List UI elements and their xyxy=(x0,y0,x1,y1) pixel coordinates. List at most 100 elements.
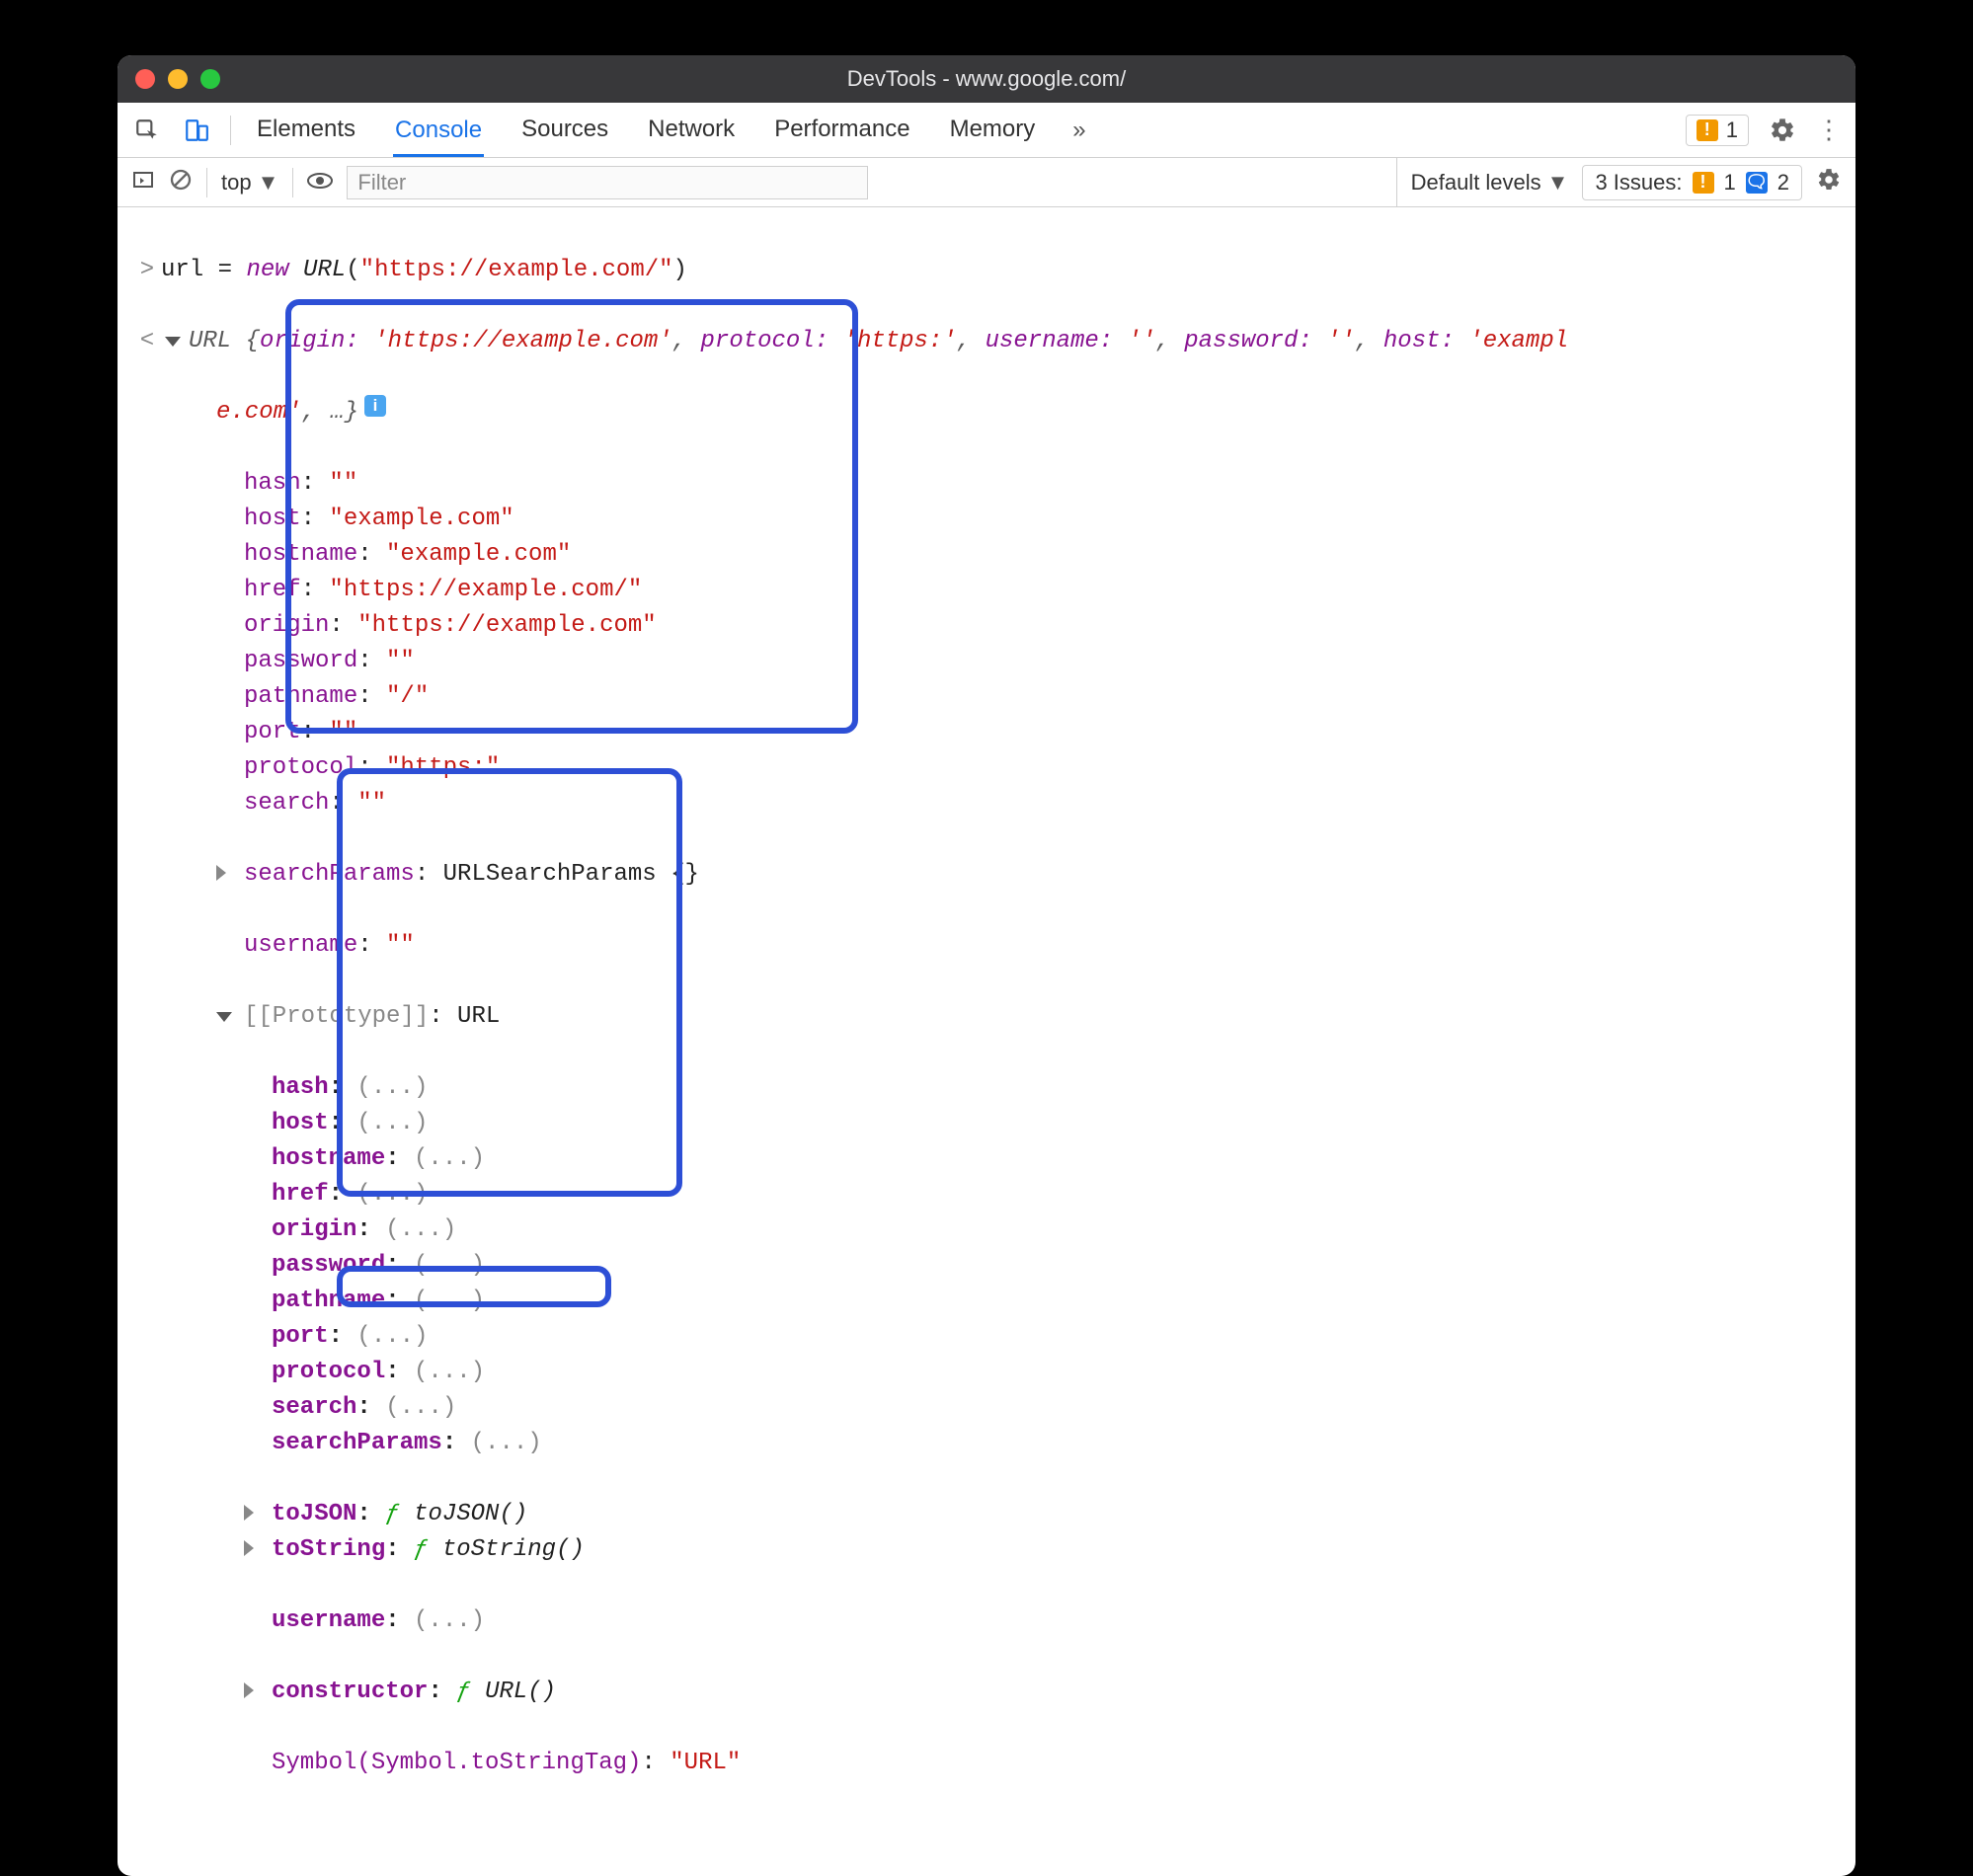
console-settings-icon[interactable] xyxy=(1816,167,1842,198)
tab-performance[interactable]: Performance xyxy=(772,104,911,156)
property-key: pathname xyxy=(272,1288,385,1314)
property-row[interactable]: searchParams: (...) xyxy=(133,1426,1840,1461)
issues-badge[interactable]: 3 Issues: ! 1 🗨 2 xyxy=(1582,165,1802,200)
tab-console[interactable]: Console xyxy=(393,105,484,157)
property-row[interactable]: hash: (...) xyxy=(133,1070,1840,1106)
property-row[interactable]: Symbol(Symbol.toStringTag): "URL" xyxy=(133,1746,1840,1781)
tab-sources[interactable]: Sources xyxy=(519,104,610,156)
panel-tabs: Elements Console Sources Network Perform… xyxy=(255,104,1086,156)
function-marker: ƒ xyxy=(385,1501,399,1527)
log-levels-selector[interactable]: Default levels ▼ xyxy=(1396,158,1569,206)
tab-network[interactable]: Network xyxy=(646,104,737,156)
property-value: (...) xyxy=(414,1252,485,1279)
separator xyxy=(206,168,207,197)
object-class: URL xyxy=(189,328,246,354)
device-toolbar-icon[interactable] xyxy=(181,115,212,146)
more-menu-icon[interactable]: ⋮ xyxy=(1816,115,1842,145)
property-row[interactable]: port: (...) xyxy=(133,1319,1840,1355)
prototype-row[interactable]: [[Prototype]]: URL xyxy=(133,999,1840,1035)
property-key: protocol xyxy=(272,1359,385,1385)
property-row[interactable]: origin: (...) xyxy=(133,1212,1840,1248)
console-output-row[interactable]: <URL {origin: 'https://example.com', pro… xyxy=(133,324,1840,359)
property-value: (...) xyxy=(414,1145,485,1172)
issues-info-count: 2 xyxy=(1777,170,1789,195)
output-icon: < xyxy=(133,324,161,359)
property-value: (...) xyxy=(414,1288,485,1314)
property-row[interactable]: searchParams: URLSearchParams {} xyxy=(133,857,1840,893)
property-row[interactable]: search: "" xyxy=(133,786,1840,821)
property-key: host xyxy=(272,1110,329,1136)
context-selector[interactable]: top ▼ xyxy=(221,170,278,195)
property-value: "example.com" xyxy=(386,541,571,568)
property-key: href xyxy=(272,1181,329,1208)
property-value: (...) xyxy=(414,1359,485,1385)
tab-elements[interactable]: Elements xyxy=(255,104,357,156)
property-row[interactable]: hostname: "example.com" xyxy=(133,537,1840,573)
info-icon[interactable]: i xyxy=(364,395,386,417)
property-value: "example.com" xyxy=(329,506,513,532)
inspect-element-icon[interactable] xyxy=(131,115,163,146)
separator xyxy=(230,116,231,145)
tab-memory[interactable]: Memory xyxy=(948,104,1038,156)
toggle-sidebar-icon[interactable] xyxy=(131,168,155,197)
zoom-icon[interactable] xyxy=(200,69,220,89)
property-key: href xyxy=(244,577,301,603)
window-title: DevTools - www.google.com/ xyxy=(118,66,1855,92)
expand-toggle[interactable] xyxy=(244,1532,272,1568)
console-toolbar: top ▼ Default levels ▼ 3 Issues: ! 1 🗨 2 xyxy=(118,158,1855,207)
property-row[interactable]: pathname: (...) xyxy=(133,1284,1840,1319)
property-row[interactable]: href: "https://example.com/" xyxy=(133,573,1840,608)
property-key: hash xyxy=(244,470,301,497)
close-icon[interactable] xyxy=(135,69,155,89)
property-key: password xyxy=(272,1252,385,1279)
property-row[interactable]: protocol: (...) xyxy=(133,1355,1840,1390)
clear-console-icon[interactable] xyxy=(169,168,193,197)
console-input-row[interactable]: >url = new URL("https://example.com/") xyxy=(133,253,1840,288)
live-expression-icon[interactable] xyxy=(307,170,333,195)
property-row[interactable]: href: (...) xyxy=(133,1177,1840,1212)
property-row[interactable]: host: (...) xyxy=(133,1106,1840,1141)
property-row[interactable]: hash: "" xyxy=(133,466,1840,502)
minimize-icon[interactable] xyxy=(168,69,188,89)
property-row[interactable]: protocol: "https:" xyxy=(133,750,1840,786)
property-row[interactable]: password: (...) xyxy=(133,1248,1840,1284)
warnings-badge[interactable]: ! 1 xyxy=(1686,115,1749,146)
property-key: searchParams xyxy=(272,1430,442,1456)
property-value: "" xyxy=(357,790,386,817)
property-value: (...) xyxy=(356,1181,428,1208)
function-signature: toString() xyxy=(442,1536,585,1563)
property-key: search xyxy=(244,790,329,817)
expand-toggle[interactable] xyxy=(161,324,189,359)
property-row[interactable]: host: "example.com" xyxy=(133,502,1840,537)
string-literal: "https://example.com/" xyxy=(360,257,673,283)
code-var: url xyxy=(161,257,203,283)
property-row[interactable]: constructor: ƒ URL() xyxy=(133,1675,1840,1710)
expand-toggle[interactable] xyxy=(244,1497,272,1532)
property-row[interactable]: hostname: (...) xyxy=(133,1141,1840,1177)
property-row[interactable]: username: (...) xyxy=(133,1603,1840,1639)
property-value: "https://example.com/" xyxy=(329,577,642,603)
property-key: toJSON xyxy=(272,1501,356,1527)
property-row[interactable]: port: "" xyxy=(133,715,1840,750)
expand-toggle[interactable] xyxy=(244,1675,272,1710)
property-row[interactable]: password: "" xyxy=(133,644,1840,679)
property-value: "" xyxy=(386,648,415,674)
property-value: "https:" xyxy=(386,754,500,781)
expand-toggle[interactable] xyxy=(216,999,244,1035)
property-row[interactable]: username: "" xyxy=(133,928,1840,964)
filter-input[interactable] xyxy=(347,166,868,199)
property-row[interactable]: origin: "https://example.com" xyxy=(133,608,1840,644)
settings-icon[interactable] xyxy=(1767,115,1798,146)
property-key: protocol xyxy=(244,754,357,781)
tabs-overflow-icon[interactable]: » xyxy=(1072,117,1085,144)
property-key: hostname xyxy=(272,1145,385,1172)
property-row[interactable]: pathname: "/" xyxy=(133,679,1840,715)
function-signature: toJSON() xyxy=(414,1501,527,1527)
property-value: "" xyxy=(329,470,357,497)
property-row[interactable]: search: (...) xyxy=(133,1390,1840,1426)
expand-toggle[interactable] xyxy=(216,857,244,893)
property-row[interactable]: toJSON: ƒ toJSON() xyxy=(133,1497,1840,1532)
property-value: "" xyxy=(329,719,357,745)
chevron-down-icon: ▼ xyxy=(258,170,279,195)
property-row[interactable]: toString: ƒ toString() xyxy=(133,1532,1840,1568)
